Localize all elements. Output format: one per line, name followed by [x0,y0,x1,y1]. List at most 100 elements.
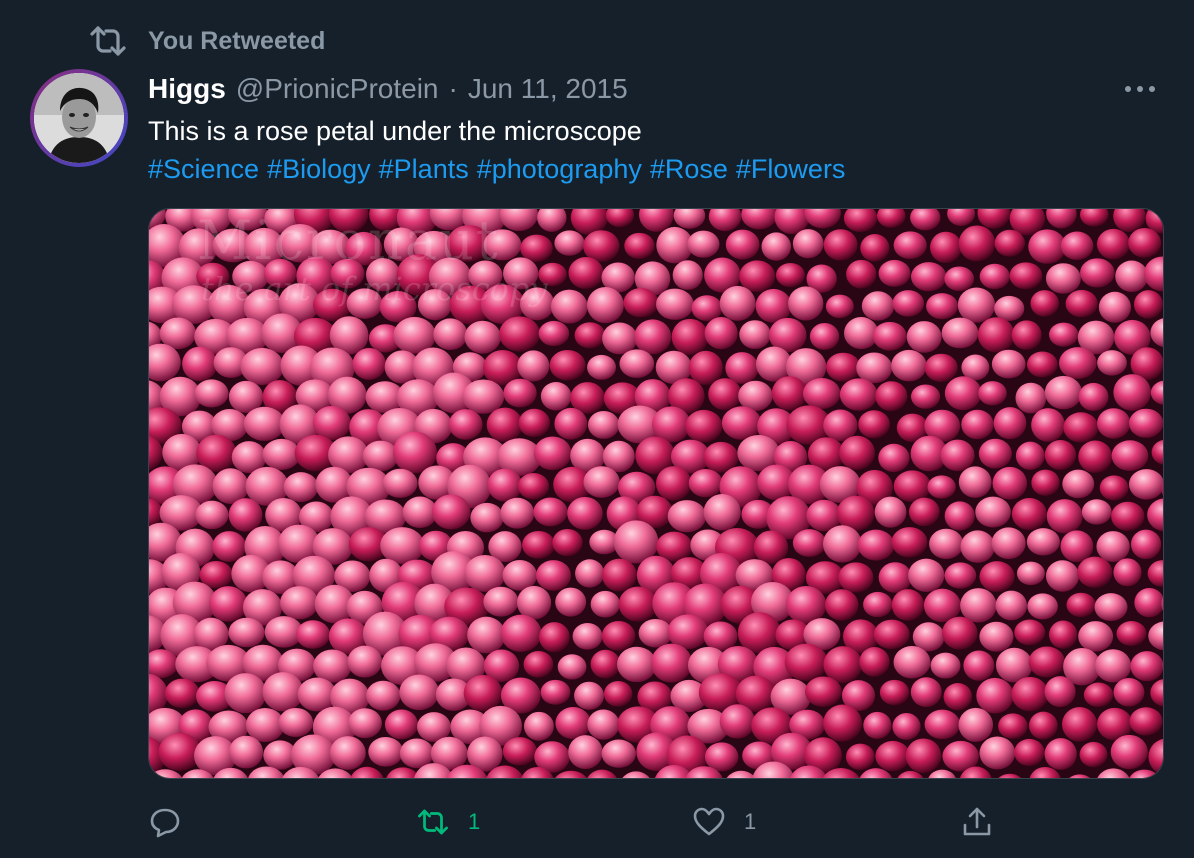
tweet-date[interactable]: Jun 11, 2015 [468,73,628,105]
petal-cell [1045,560,1080,592]
petal-cell [1027,593,1058,620]
petal-cell [368,736,404,767]
petal-cell [775,263,805,288]
heart-icon [692,805,726,839]
petal-cell [243,406,286,441]
petal-cell [346,288,383,319]
petal-cell [995,590,1028,621]
petal-cell [1078,440,1113,473]
petal-cell [874,496,907,528]
petal-cell [1014,738,1045,767]
petal-cell [417,289,453,321]
tweet-text: This is a rose petal under the microscop… [148,116,642,146]
petal-cell [1049,322,1079,347]
petal-cell [1113,678,1145,707]
petal-cell [182,346,218,382]
petal-cell [464,320,501,354]
petal-cell [891,589,925,621]
like-count: 1 [744,809,757,834]
petal-cell [942,616,978,650]
petal-cell [1028,229,1066,264]
petal-cell [960,530,995,563]
petal-cell [822,525,862,563]
petal-cell [825,294,854,319]
petal-cell [568,735,603,770]
petal-cell [1011,497,1047,531]
user-handle[interactable]: @PrionicProtein [236,73,439,105]
petal-cell [1099,475,1129,501]
petal-cell [1095,649,1132,683]
petal-cell [1011,676,1049,712]
petal-cell [517,350,550,382]
petal-cell [1128,469,1163,500]
petal-cell [195,500,229,530]
petal-cell [1028,711,1058,740]
petal-cell [944,376,982,411]
petal-cell [1031,469,1060,496]
petal-cell [590,590,620,618]
hashtag-biology[interactable]: #Biology [267,150,371,188]
petal-cell [1061,707,1098,742]
petal-cell [792,229,824,259]
display-name[interactable]: Higgs [148,73,226,105]
petal-cell [603,681,633,707]
petal-cell [228,498,263,532]
petal-cell [823,229,858,261]
petal-cell [533,497,568,527]
petal-cell [910,262,947,292]
petal-cell [878,562,912,593]
petal-cell [802,378,841,410]
petal-cell [861,291,895,321]
petal-cell [1062,469,1095,499]
petal-cell [863,711,892,739]
petal-cell [979,621,1014,652]
petal-cell [845,743,875,771]
petal-cell [1096,228,1131,260]
hashtag-science[interactable]: #Science [148,150,259,188]
petal-cell [977,317,1015,353]
petal-cell [994,295,1025,322]
petal-cell [875,381,908,412]
petal-cell [979,263,1010,290]
separator-dot: · [448,73,458,104]
tweet[interactable]: You Retweeted Higgs @PrionicProtein · Ju… [0,0,1194,858]
petal-cell [1079,741,1108,768]
retweet-button[interactable]: 1 [416,800,480,844]
petal-cell [1094,593,1128,622]
share-icon [960,805,994,839]
petal-cell [1110,734,1148,770]
petal-cell [993,407,1027,440]
petal-cell [1128,408,1163,438]
petal-cell [538,320,570,347]
petal-cell [583,230,620,262]
share-button[interactable] [960,800,994,844]
petal-cell [483,229,522,261]
petal-cell [1098,291,1131,323]
petal-cell [536,560,571,591]
petal-cell [944,501,975,531]
tweet-photo[interactable]: Micronaut the art of microscopy [148,208,1164,779]
petal-cell [555,707,591,740]
hashtag-photography[interactable]: #photography [477,150,642,188]
like-button[interactable]: 1 [692,800,756,844]
reply-button[interactable] [148,800,200,844]
avatar[interactable] [30,69,128,167]
petal-cell [857,529,895,561]
petal-cell [520,234,553,262]
hashtag-rose[interactable]: #Rose [650,150,728,188]
petal-cell [1015,441,1045,470]
reply-icon [148,805,182,839]
petal-cell [1011,320,1042,350]
petal-cell [940,439,975,472]
petal-cell [1028,646,1066,678]
petal-cell [431,494,471,530]
petal-cell [470,502,504,533]
petal-cell [567,496,603,530]
petal-cell [1044,738,1077,770]
petal-cell [517,472,550,500]
hashtag-plants[interactable]: #Plants [379,150,469,188]
petal-cell [380,527,425,564]
petal-cell [1065,289,1098,318]
hashtag-flowers[interactable]: #Flowers [736,150,846,188]
more-options-button[interactable] [1118,72,1162,106]
